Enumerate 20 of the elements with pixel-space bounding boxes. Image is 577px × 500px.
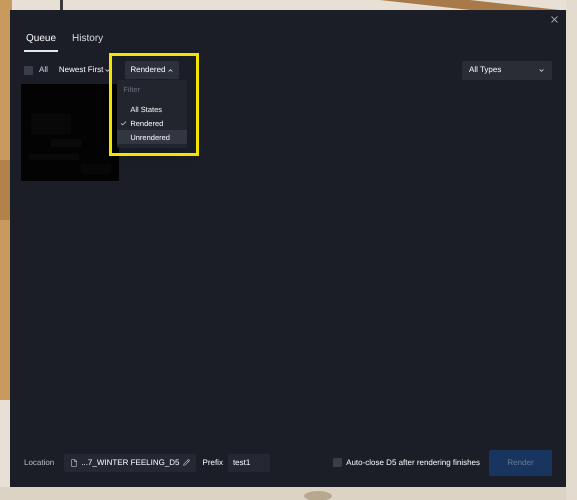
close-icon[interactable] [549, 14, 560, 25]
prefix-field[interactable]: test1 [228, 454, 270, 472]
chevron-icon [538, 66, 545, 74]
pencil-icon[interactable] [182, 459, 190, 466]
chevron-icon [104, 66, 112, 74]
chevron-icon [167, 66, 174, 74]
type-filter-dropdown[interactable]: All Types [462, 60, 552, 80]
sort-dropdown[interactable]: Newest First [58, 64, 112, 76]
auto-close-label: Auto-close D5 after rendering finishes [346, 456, 480, 468]
select-all-label: All [39, 64, 48, 76]
checkbox[interactable] [333, 458, 342, 467]
file-icon [70, 458, 78, 466]
tab[interactable]: History [70, 31, 106, 52]
prefix-label: Prefix [202, 456, 223, 468]
state-filter-dropdown[interactable]: Rendered [125, 61, 180, 79]
location-label: Location [24, 456, 54, 468]
check-icon [120, 120, 128, 127]
location-field[interactable]: ...7_WINTER FEELING_D5 [64, 454, 196, 472]
tab[interactable]: Queue [24, 31, 58, 52]
checkbox[interactable] [24, 66, 33, 74]
